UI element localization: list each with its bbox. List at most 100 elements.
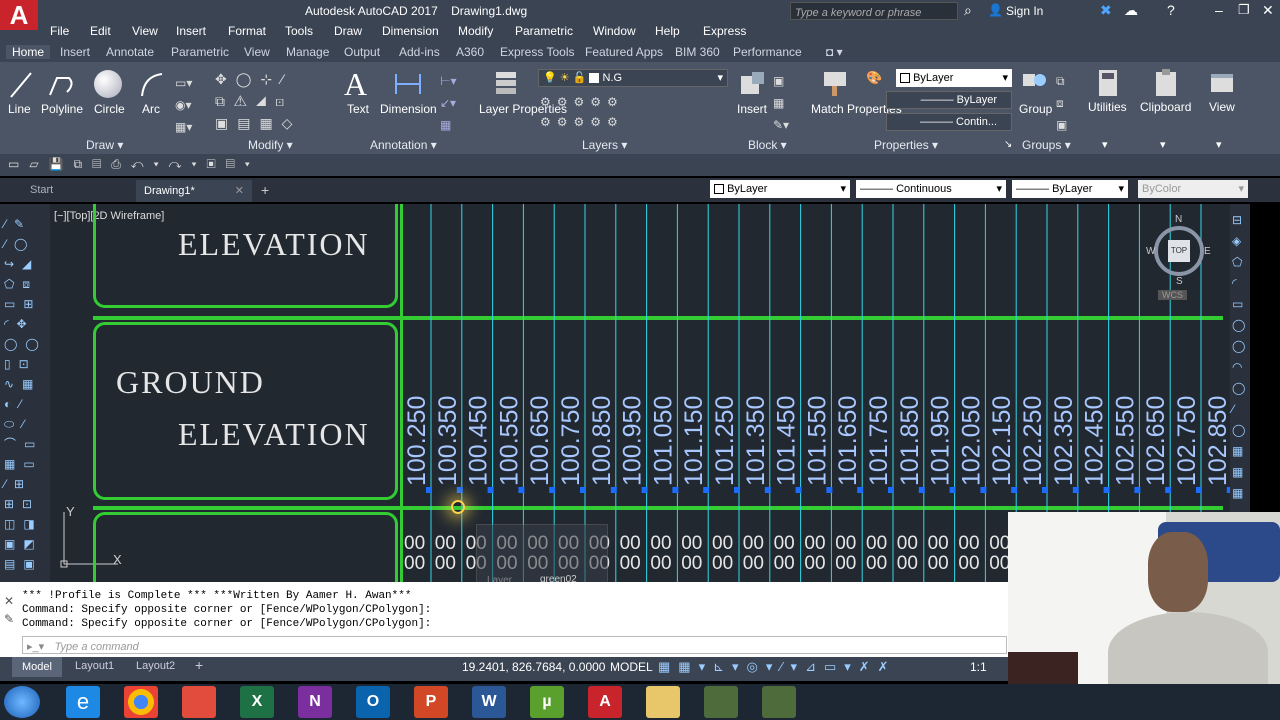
viewcube[interactable]: TOP N S E W WCS [1146,214,1211,300]
search-box[interactable]: Type a keyword or phrase [790,2,958,20]
dimension-icon[interactable] [393,70,423,98]
add-layout-icon[interactable]: + [195,657,203,673]
menu-parametric[interactable]: Parametric [515,24,573,38]
model-space-button[interactable]: MODEL [610,660,653,674]
lineweight-dropdown[interactable]: ——— ByLayer [886,91,1012,109]
tab-featured-apps[interactable]: Featured Apps [585,45,663,59]
group-button[interactable]: Group [1019,102,1052,116]
binoculars-icon[interactable]: ⌕ [964,2,972,19]
tab-bim360[interactable]: BIM 360 [675,45,720,59]
start-button[interactable] [4,686,40,718]
properties-panel-title[interactable]: Properties ▾ [874,138,938,152]
calculator-icon[interactable] [1094,68,1122,98]
a360-icon[interactable]: ☁ [1124,2,1138,19]
menu-dimension[interactable]: Dimension [382,24,439,38]
linetype-prop-dropdown[interactable]: ——— Continuous ▾ [856,180,1006,198]
tab-manage[interactable]: Manage [286,45,329,59]
layers-panel-title[interactable]: Layers ▾ [582,138,627,152]
tab-a360[interactable]: A360 [456,45,484,59]
insert-button[interactable]: Insert [737,102,767,116]
text-button[interactable]: Text [347,102,369,116]
layer-properties-icon[interactable] [492,68,520,98]
coordinates-readout[interactable]: 19.2401, 826.7684, 0.0000 [462,660,605,674]
layer-prop-dropdown[interactable]: ByLayer ▾ [710,180,850,198]
text-icon[interactable]: A [344,66,367,103]
new-tab-icon[interactable]: + [261,182,269,198]
ie-icon[interactable]: e [66,686,100,718]
tab-output[interactable]: Output [344,45,380,59]
utilities-expand-icon[interactable]: ▾ [1102,138,1108,151]
group-icon[interactable] [1020,68,1050,98]
menu-file[interactable]: File [50,24,69,38]
menu-format[interactable]: Format [228,24,266,38]
polyline-button[interactable]: Polyline [41,102,83,116]
help-icon[interactable]: ? [1167,2,1175,18]
tab-start[interactable]: Start [30,184,53,196]
exchange-icon[interactable]: ✖ [1100,2,1112,19]
outlook-icon[interactable]: O [356,686,390,718]
tab-layout1[interactable]: Layout1 [75,660,114,672]
tab-view[interactable]: View [244,45,270,59]
view-icon[interactable] [1208,68,1236,98]
menu-modify[interactable]: Modify [458,24,493,38]
clipboard-button[interactable]: Clipboard [1140,100,1191,114]
utorrent-icon[interactable]: µ [530,686,564,718]
groups-small-tools[interactable]: ⧉ ⧈ ▣ [1056,70,1076,132]
layer-dropdown[interactable]: 💡 ☀ 🔓 N.G ▾ [538,69,728,87]
ribbon-toggle-icon[interactable]: ◘ ▾ [826,45,843,59]
dimension-button[interactable]: Dimension [380,102,437,116]
app-icon-2[interactable] [762,686,796,718]
tab-model[interactable]: Model [12,657,62,677]
modify-panel-title[interactable]: Modify ▾ [248,138,293,152]
circle-icon[interactable] [94,70,122,98]
word-icon[interactable]: W [472,686,506,718]
tab-add-ins[interactable]: Add-ins [399,45,440,59]
draw-small-tools[interactable]: ▭▾ ◉▾ ▦▾ [175,72,199,134]
line-button[interactable]: Line [8,102,31,116]
menu-tools[interactable]: Tools [285,24,313,38]
nav-bar-icons[interactable]: ⊟ ◈ ⬠ ◜ ▭ ◯ ◯ ◠ ◯ ⁄ ◯ ▦ ▦ ▦ [1232,210,1250,504]
autocad-taskbar-icon[interactable]: A [588,686,622,718]
linetype-dropdown[interactable]: ——— Contin... [886,113,1012,131]
view-expand-icon[interactable]: ▾ [1216,138,1222,151]
tab-drawing1[interactable]: Drawing1* ✕ [136,180,252,202]
lineweight-prop-dropdown[interactable]: ——— ByLayer ▾ [1012,180,1128,198]
chrome-icon[interactable] [124,686,158,718]
tab-parametric[interactable]: Parametric [171,45,229,59]
block-panel-title[interactable]: Block ▾ [748,138,787,152]
draw-toolbar-icons[interactable]: ⁄✎ ⁄◯ ↪◢ ⬠⧈ ▭⊞ ◜✥ ◯◯ ▯⊡ ∿▦ ◐⁄ ⬭⁄ ⌒▭ ▦▭ ⁄⊞ ⊞⊡ ◫◨ ▣◩ ▤▣ [4,214,48,574]
status-toggle-icons[interactable]: ▦▦▾⊾▾◎▾⁄▾⊿▭▾✗✗ [658,659,897,675]
tab-performance[interactable]: Performance [733,45,802,59]
menu-express[interactable]: Express [703,24,746,38]
customize-command-icon[interactable]: ✎ [4,612,14,626]
insert-block-icon[interactable] [738,70,768,98]
layer-small-tools[interactable]: ⚙⚙⚙⚙⚙ ⚙⚙⚙⚙⚙ [540,92,650,132]
color-dropdown[interactable]: ByLayer ▾ [896,69,1012,87]
modify-tools[interactable]: ✥◯⊹⁄ ⧉⚠◢⊡ ▣▤▦◇ [215,68,330,132]
color-wheel-icon[interactable]: 🎨 [866,70,882,86]
menu-insert[interactable]: Insert [176,24,206,38]
match-properties-icon[interactable] [820,68,850,98]
menu-window[interactable]: Window [593,24,636,38]
close-icon[interactable]: ✕ [1262,2,1274,19]
excel-icon[interactable]: X [240,686,274,718]
sign-in-link[interactable]: Sign In [1006,4,1043,18]
draw-panel-title[interactable]: Draw ▾ [86,138,123,152]
app-icon-1[interactable] [704,686,738,718]
tab-insert[interactable]: Insert [60,45,90,59]
annotation-small-tools[interactable]: ⊢▾ ↙▾ ▦ [440,70,470,132]
tab-express-tools[interactable]: Express Tools [500,45,574,59]
clipboard-icon[interactable] [1152,68,1180,98]
menu-draw[interactable]: Draw [334,24,362,38]
onenote-icon[interactable]: N [298,686,332,718]
line-icon[interactable] [8,70,34,100]
file-explorer-icon[interactable] [646,686,680,718]
tab-home[interactable]: Home [6,45,51,59]
circle-button[interactable]: Circle [94,102,125,116]
powerpoint-icon[interactable]: P [414,686,448,718]
polyline-icon[interactable] [47,70,77,100]
utilities-button[interactable]: Utilities [1088,100,1127,114]
arc-button[interactable]: Arc [142,102,160,116]
close-command-icon[interactable]: ✕ [4,594,14,608]
qat-icons[interactable]: ▭▱💾⧉▤⎙↶▾↷▾▣▤▾ [8,157,260,172]
